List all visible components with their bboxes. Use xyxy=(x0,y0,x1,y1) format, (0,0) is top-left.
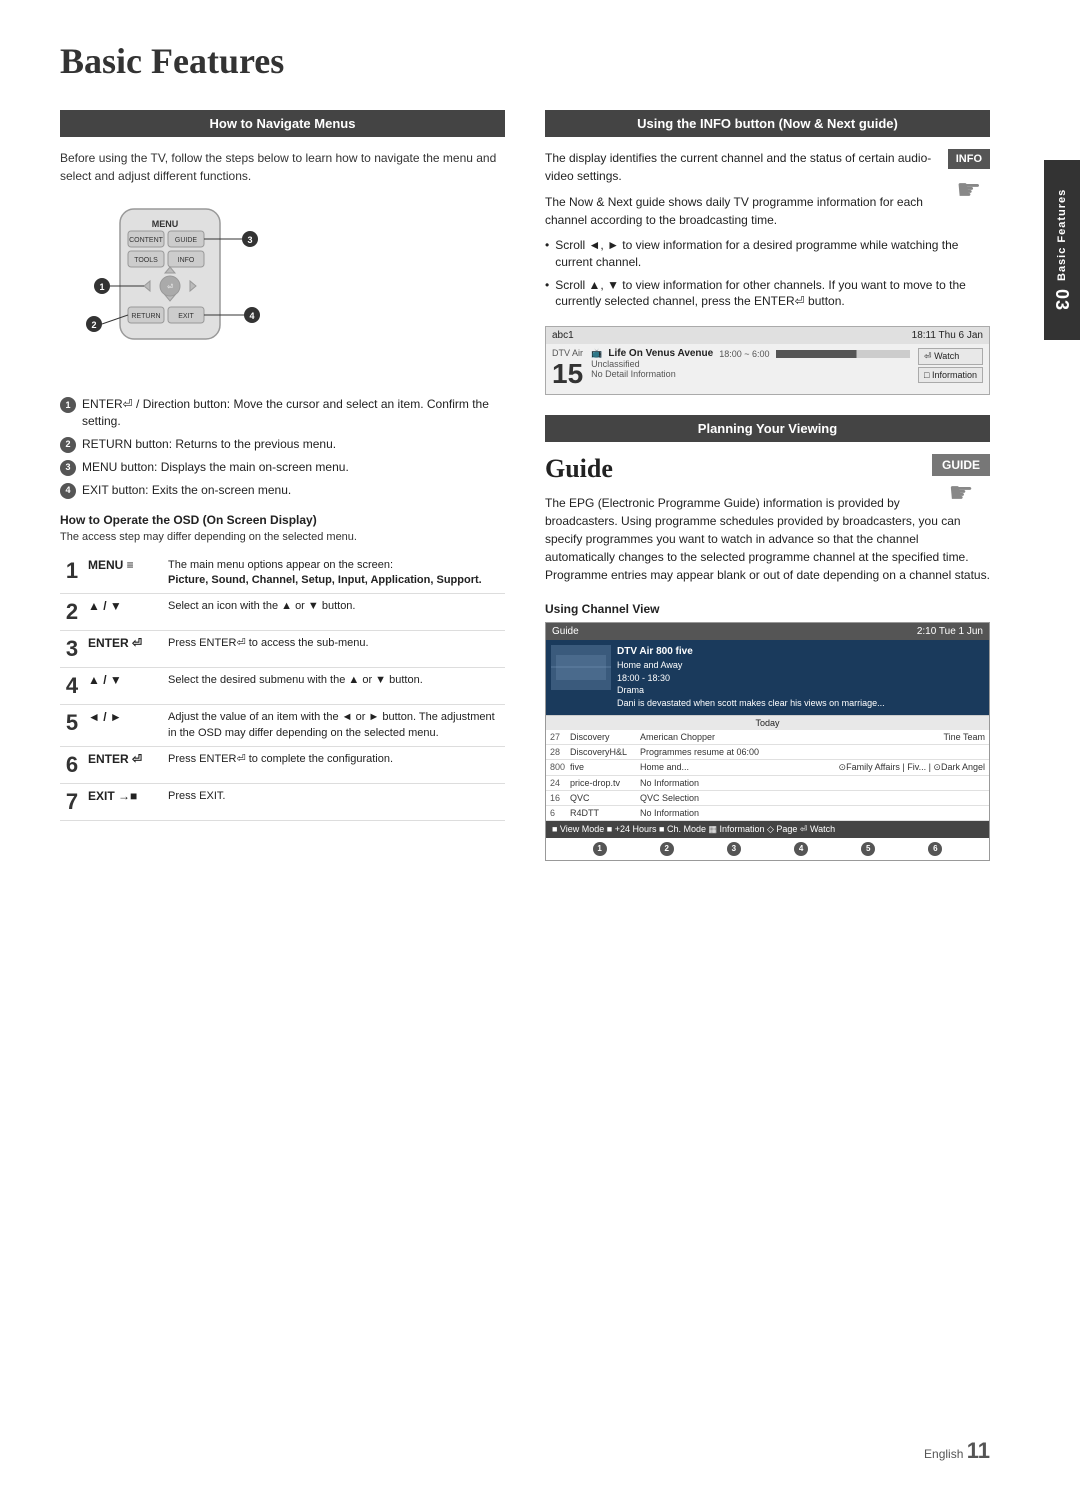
epg-callout: 4 xyxy=(794,842,808,856)
epg-callouts: 1 2 3 4 5 6 xyxy=(546,838,989,860)
epg-channel-row: 28DiscoveryH&LProgrammes resume at 06:00 xyxy=(546,745,989,760)
osd-note: The access step may differ depending on … xyxy=(60,531,505,543)
epg-callout: 6 xyxy=(928,842,942,856)
info-button-visual: INFO ☛ xyxy=(948,149,990,206)
chapter-number: 03 xyxy=(1052,289,1073,311)
channel-info-box: abc1 18:11 Thu 6 Jan DTV Air 15 📺 xyxy=(545,326,990,395)
chapter-tab: 03 Basic Features xyxy=(1044,160,1080,340)
page-footer: English 11 xyxy=(924,1438,990,1464)
epg-channel-row: 800fiveHome and...⊙Family Affairs | Fiv.… xyxy=(546,760,989,776)
epg-box: Guide 2:10 Tue 1 Jun xyxy=(545,622,990,860)
svg-text:⏎: ⏎ xyxy=(167,283,173,291)
svg-text:INFO: INFO xyxy=(178,257,195,264)
guide-title: Guide xyxy=(545,454,990,484)
left-column: How to Navigate Menus Before using the T… xyxy=(60,110,505,861)
step-row: 4▲ / ▼Select the desired submenu with th… xyxy=(60,668,505,705)
navigate-menus-header: How to Navigate Menus xyxy=(60,110,505,137)
epg-bottom-bar: ■ View Mode ■ +24 Hours ■ Ch. Mode ▦ Inf… xyxy=(546,821,989,838)
epg-channel-row: 24price-drop.tvNo Information xyxy=(546,776,989,791)
channel-info-top: abc1 18:11 Thu 6 Jan xyxy=(546,327,989,344)
step-row: 3ENTER ⏎Press ENTER⏎ to access the sub-m… xyxy=(60,631,505,668)
remote-diagram: MENU CONTENT GUIDE TOOLS INFO xyxy=(60,199,505,382)
steps-table: 1MENU ≡The main menu options appear on t… xyxy=(60,553,505,822)
channel-view-header: Using Channel View xyxy=(545,602,990,616)
callout-item-1: 1 ENTER⏎ / Direction button: Move the cu… xyxy=(60,396,505,430)
epg-callout: 3 xyxy=(727,842,741,856)
svg-text:2: 2 xyxy=(91,320,96,330)
step-row: 6ENTER ⏎Press ENTER⏎ to complete the con… xyxy=(60,747,505,784)
epg-callout: 5 xyxy=(861,842,875,856)
planning-section: Planning Your Viewing xyxy=(545,415,990,442)
navigate-intro: Before using the TV, follow the steps be… xyxy=(60,149,505,185)
step-row: 5◄ / ►Adjust the value of an item with t… xyxy=(60,705,505,747)
callout-item-2: 2 RETURN button: Returns to the previous… xyxy=(60,436,505,453)
info-section: Using the INFO button (Now & Next guide)… xyxy=(545,110,990,395)
info-button-label: INFO xyxy=(948,149,990,169)
remote-svg: MENU CONTENT GUIDE TOOLS INFO xyxy=(60,199,280,379)
callout-item-3: 3 MENU button: Displays the main on-scre… xyxy=(60,459,505,476)
epg-callout: 2 xyxy=(660,842,674,856)
callout-list: 1 ENTER⏎ / Direction button: Move the cu… xyxy=(60,396,505,499)
epg-channel-row: 16QVCQVC Selection xyxy=(546,791,989,806)
svg-text:TOOLS: TOOLS xyxy=(134,257,158,264)
svg-text:CONTENT: CONTENT xyxy=(129,237,164,244)
epg-callout: 1 xyxy=(593,842,607,856)
planning-header: Planning Your Viewing xyxy=(545,415,990,442)
svg-text:3: 3 xyxy=(247,235,252,245)
info-bullet-1: • Scroll ◄, ► to view information for a … xyxy=(545,237,990,271)
epg-channel-row: 27DiscoveryAmerican ChopperTine Team xyxy=(546,730,989,745)
step-row: 2▲ / ▼Select an icon with the ▲ or ▼ but… xyxy=(60,594,505,631)
chapter-label: Basic Features xyxy=(1056,189,1068,281)
page-title: Basic Features xyxy=(60,40,990,82)
epg-header: Guide 2:10 Tue 1 Jun xyxy=(546,623,989,640)
svg-text:1: 1 xyxy=(99,282,104,292)
guide-button-label: GUIDE xyxy=(932,454,990,476)
svg-text:MENU: MENU xyxy=(152,219,179,229)
right-column: Using the INFO button (Now & Next guide)… xyxy=(545,110,990,861)
guide-text: The EPG (Electronic Programme Guide) inf… xyxy=(545,494,990,584)
epg-thumbnail xyxy=(551,645,611,690)
guide-button-visual: GUIDE ☛ xyxy=(932,454,990,509)
info-finger-icon: ☛ xyxy=(948,173,990,206)
epg-channels: Today 27DiscoveryAmerican ChopperTine Te… xyxy=(546,716,989,821)
guide-finger-icon: ☛ xyxy=(932,476,990,509)
channel-info-main: DTV Air 15 📺 Life On Venus Avenue 18:00 … xyxy=(546,344,989,394)
svg-text:EXIT: EXIT xyxy=(178,313,194,320)
step-row: 1MENU ≡The main menu options appear on t… xyxy=(60,553,505,594)
step-row: 7EXIT →■Press EXIT. xyxy=(60,784,505,821)
epg-channel-row: 6R4DTTNo Information xyxy=(546,806,989,821)
svg-text:RETURN: RETURN xyxy=(131,313,160,320)
info-header: Using the INFO button (Now & Next guide) xyxy=(545,110,990,137)
callout-item-4: 4 EXIT button: Exits the on-screen menu. xyxy=(60,482,505,499)
info-text-2: The Now & Next guide shows daily TV prog… xyxy=(545,193,990,229)
info-text-1: The display identifies the current chann… xyxy=(545,149,990,185)
svg-text:GUIDE: GUIDE xyxy=(175,237,198,244)
info-bullet-2: • Scroll ▲, ▼ to view information for ot… xyxy=(545,277,990,311)
svg-text:4: 4 xyxy=(249,311,254,321)
osd-header: How to Operate the OSD (On Screen Displa… xyxy=(60,513,505,527)
epg-featured: DTV Air 800 five Home and Away 18:00 - 1… xyxy=(546,640,989,715)
guide-section: GUIDE ☛ Guide The EPG (Electronic Progra… xyxy=(545,454,990,860)
